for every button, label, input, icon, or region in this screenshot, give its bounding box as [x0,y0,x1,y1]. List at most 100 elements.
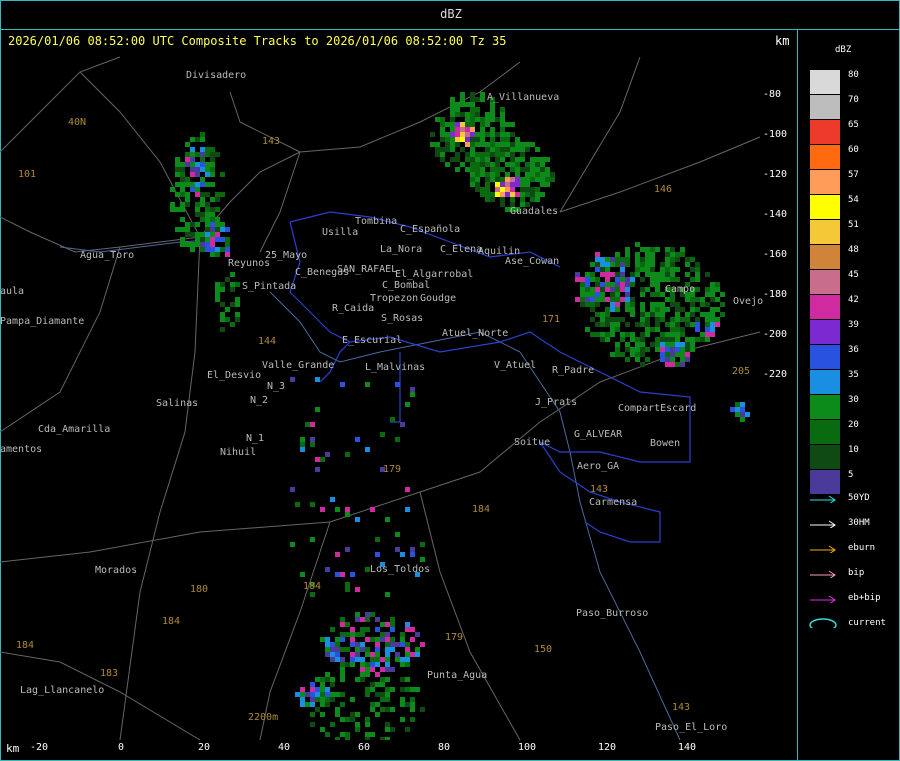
place-label: Agua_Toro [80,250,134,261]
echo-pixel [515,192,520,197]
echo-pixel [680,332,685,337]
echo-pixel [355,642,360,647]
echo-pixel [695,277,700,282]
echo-pixel [615,352,620,357]
echo-pixel [365,722,370,727]
echo-pixel [615,252,620,257]
echo-pixel [475,177,480,182]
legend-swatch-45 [810,270,840,294]
place-label: Valle_Grande [262,360,334,371]
echo-pixel [205,202,210,207]
legend-title: dBZ [835,45,852,55]
echo-pixel [615,292,620,297]
echo-pixel [485,182,490,187]
echo-pixel [345,732,350,737]
echo-pixel [340,717,345,722]
echo-pixel [195,187,200,192]
echo-pixel [670,262,675,267]
echo-pixel [320,687,325,692]
place-label: Tropezon [370,293,418,304]
echo-pixel [200,167,205,172]
echo-pixel [580,292,585,297]
svg-text:205: 205 [732,366,750,377]
echo-pixel [625,257,630,262]
echo-pixel [190,187,195,192]
echo-pixel [460,92,465,97]
echo-pixel [440,137,445,142]
echo-pixel [340,692,345,697]
echo-pixel [320,507,325,512]
echo-pixel [480,162,485,167]
echo-pixel [590,302,595,307]
echo-pixel [195,222,200,227]
echo-pixel [175,167,180,172]
echo-pixel [620,317,625,322]
echo-pixel [200,192,205,197]
echo-pixel [315,457,320,462]
echo-pixel [640,292,645,297]
echo-pixel [175,157,180,162]
echo-pixel [205,212,210,217]
echo-pixel [465,127,470,132]
echo-pixel [685,257,690,262]
radar-map[interactable]: Divisadero A_Villanueva Agua_Toro Guadales T… [0,52,797,740]
echo-pixel [450,142,455,147]
place-label: 25_Mayo [265,250,307,261]
echo-pixel [500,122,505,127]
echo-pixel [195,162,200,167]
echo-pixel [610,352,615,357]
x-tick-label: -20 [30,742,49,753]
echo-pixel [470,172,475,177]
echo-pixel [465,117,470,122]
echo-pixel [685,322,690,327]
echo-pixel [645,322,650,327]
echo-pixel [420,542,425,547]
echo-pixel [385,517,390,522]
echo-pixel [385,692,390,697]
echo-pixel [195,207,200,212]
echo-pixel [655,347,660,352]
echo-pixel [575,272,580,277]
echo-pixel [200,132,205,137]
echo-pixel [595,262,600,267]
echo-pixel [595,292,600,297]
echo-pixel [185,227,190,232]
track-arrow-eb+bip [810,595,836,603]
echo-pixel [190,222,195,227]
echo-pixel [195,137,200,142]
echo-pixel [210,252,215,257]
echo-pixel [355,587,360,592]
echo-pixel [475,142,480,147]
echo-pixel [455,157,460,162]
svg-text:143: 143 [672,702,690,713]
legend-label-20: 20 [848,420,859,430]
echo-pixel [585,277,590,282]
echo-pixel [365,652,370,657]
place-label: amentos [0,444,42,455]
echo-pixel [335,507,340,512]
echo-pixel [660,317,665,322]
echo-pixel [505,192,510,197]
echo-pixel [475,112,480,117]
legend-swatch-48 [810,245,840,269]
echo-pixel [475,117,480,122]
echo-pixel [695,337,700,342]
echo-pixel [650,277,655,282]
echo-pixel [380,632,385,637]
echo-pixel [190,232,195,237]
echo-pixel [520,147,525,152]
echo-pixel [710,297,715,302]
echo-pixel [630,277,635,282]
echo-pixel [515,147,520,152]
echo-pixel [580,302,585,307]
echo-pixel [385,707,390,712]
echo-pixel [510,152,515,157]
echo-pixel [595,312,600,317]
echo-pixel [520,157,525,162]
echo-pixel [405,702,410,707]
echo-pixel [515,177,520,182]
echo-pixel [485,177,490,182]
echo-pixel [605,307,610,312]
title-bar: dBZ [0,0,900,30]
echo-pixel [625,292,630,297]
